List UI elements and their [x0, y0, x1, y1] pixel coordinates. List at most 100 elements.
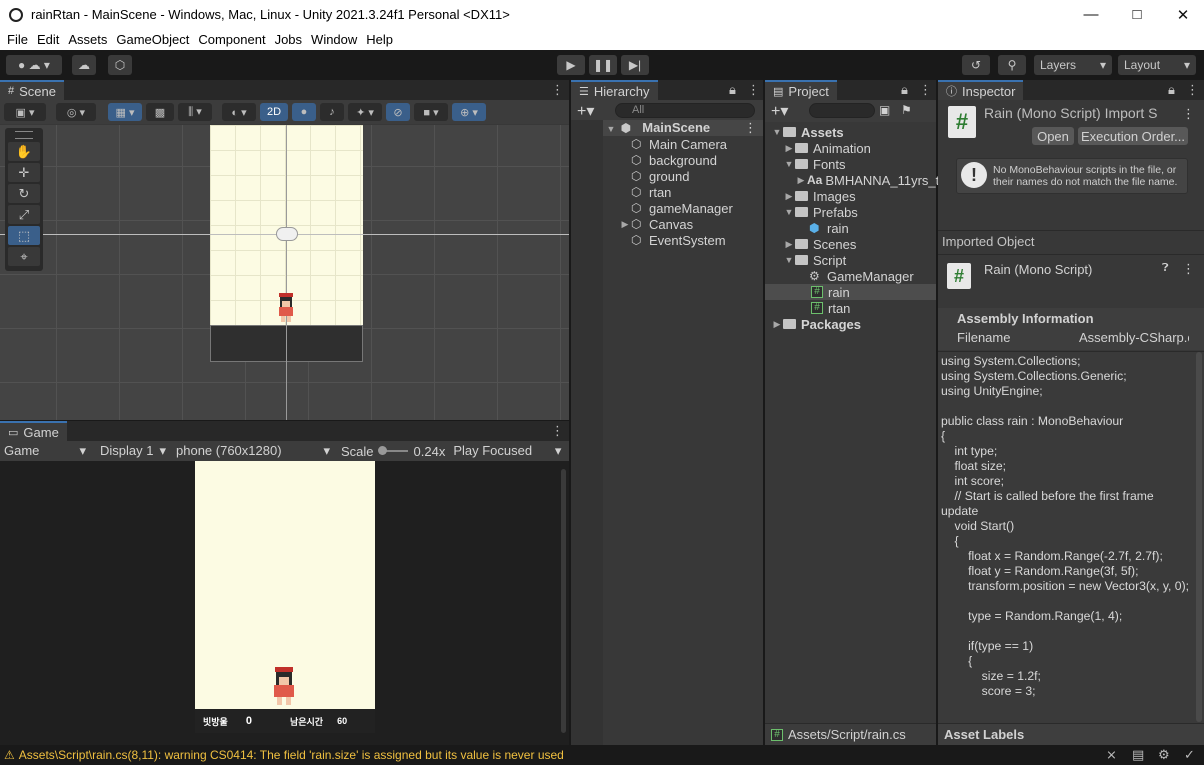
project-script-rain[interactable]: # rain — [765, 284, 936, 300]
menu-file[interactable]: File — [7, 32, 28, 47]
hierarchy-item[interactable]: ⬡ gameManager — [631, 200, 733, 216]
camera-button[interactable]: ■ ▾ — [414, 103, 448, 121]
create-asset-button[interactable]: +▾ — [771, 101, 788, 121]
play-focused-select[interactable]: Play Focused ▾ — [453, 443, 561, 459]
draw-mode-button[interactable]: ▣ ▾ — [4, 103, 46, 121]
gizmos-button[interactable]: ⊕ ▾ — [452, 103, 486, 121]
scale-slider-thumb[interactable] — [377, 446, 387, 455]
resolution-select[interactable]: phone (760x1280) ▾ — [170, 443, 334, 459]
expand-arrow-icon[interactable]: ▼ — [783, 255, 795, 265]
hierarchy-item[interactable]: ⬡ rtan — [631, 184, 671, 200]
project-prefab-rain[interactable]: ⬢ rain — [809, 220, 849, 236]
hidden-objects-toggle[interactable]: ⊘ — [386, 103, 410, 121]
audio-toggle[interactable]: ♪ — [320, 103, 344, 121]
progress-icon[interactable]: ⚙ — [1158, 747, 1170, 763]
hierarchy-item[interactable]: ▶ ⬡ Canvas — [619, 216, 694, 232]
component-menu-icon[interactable]: ⋮ — [1182, 261, 1195, 277]
project-folder-script[interactable]: ▼ Script — [783, 252, 847, 268]
lock-icon[interactable]: 🔒︎ — [901, 82, 908, 98]
lock-icon[interactable]: 🔒︎ — [729, 82, 736, 98]
header-menu-icon[interactable]: ⋮ — [1182, 106, 1195, 122]
display-select[interactable]: Display 1 ▾ — [90, 443, 170, 459]
history-button[interactable]: ↺ — [962, 55, 990, 75]
maximize-button[interactable]: □ — [1114, 0, 1160, 29]
menu-assets[interactable]: Assets — [68, 32, 107, 47]
search-by-label-icon[interactable]: ⚑ — [901, 103, 912, 117]
collab-button[interactable]: ⬡ — [108, 55, 132, 75]
effects-toggle[interactable]: ✦ ▾ — [348, 103, 382, 121]
step-button[interactable]: ▶| — [621, 55, 649, 75]
tab-inspector[interactable]: ⓘ Inspector — [938, 80, 1024, 100]
tab-game[interactable]: ▭ Game — [0, 421, 67, 441]
add-object-button[interactable]: +▾ — [577, 101, 594, 121]
console-warning-message[interactable]: Assets\Script\rain.cs(8,11): warning CS0… — [19, 748, 564, 762]
orientation-button[interactable]: ◎ ▾ — [56, 103, 96, 121]
expand-arrow-icon[interactable]: ▶ — [619, 219, 631, 230]
hierarchy-search-input[interactable]: All — [615, 103, 755, 118]
project-script-rtan[interactable]: # rtan — [811, 300, 850, 316]
minimize-button[interactable]: — — [1068, 0, 1114, 29]
scene-canvas[interactable] — [0, 125, 569, 420]
tab-hierarchy[interactable]: ☰ Hierarchy — [571, 80, 658, 100]
expand-arrow-icon[interactable]: ▶ — [783, 239, 795, 250]
tab-scene[interactable]: # Scene — [0, 80, 64, 100]
expand-arrow-icon[interactable]: ▶ — [783, 143, 795, 154]
expand-arrow-icon[interactable]: ▶ — [771, 319, 783, 330]
scene-row[interactable]: ▼ ⬢ MainScene ⋮ — [603, 120, 763, 136]
expand-arrow-icon[interactable]: ▼ — [771, 127, 783, 137]
execution-order-button[interactable]: Execution Order... — [1078, 127, 1188, 145]
account-button[interactable]: ● ☁ ▾ — [6, 55, 62, 75]
project-folder-images[interactable]: ▶ Images — [783, 188, 856, 204]
project-folder-packages[interactable]: ▶ Packages — [771, 316, 861, 332]
menu-window[interactable]: Window — [311, 32, 357, 47]
expand-arrow-icon[interactable]: ▶ — [795, 175, 807, 186]
layout-dropdown[interactable]: Layout ▾ — [1118, 55, 1196, 75]
menu-component[interactable]: Component — [198, 32, 265, 47]
hierarchy-item[interactable]: ⬡ background — [631, 152, 717, 168]
search-by-type-icon[interactable]: ▣ — [879, 103, 890, 117]
tools-drag-handle[interactable] — [15, 131, 33, 139]
lock-icon[interactable]: 🔒︎ — [1168, 82, 1175, 98]
search-button[interactable]: ⚲ — [998, 55, 1026, 75]
project-font-file[interactable]: ▶ Aa BMHANNA_11yrs_tt — [795, 172, 943, 188]
debug-icon[interactable]: ⨯ — [1106, 747, 1117, 763]
expand-arrow-icon[interactable]: ▶ — [783, 191, 795, 202]
hierarchy-item[interactable]: ⬡ ground — [631, 168, 689, 184]
cloud-button[interactable]: ☁ — [72, 55, 96, 75]
check-icon[interactable]: ✓ — [1184, 747, 1195, 763]
project-folder-scenes[interactable]: ▶ Scenes — [783, 236, 857, 252]
project-folder-assets[interactable]: ▼ Assets — [771, 124, 844, 140]
menu-jobs[interactable]: Jobs — [275, 32, 302, 47]
pause-button[interactable]: ❚❚ — [589, 55, 617, 75]
inspector-menu-icon[interactable]: ⋮ — [1186, 82, 1199, 98]
ruler-button[interactable]: ⫼ ▾ — [178, 103, 212, 121]
asset-labels-section[interactable]: Asset Labels — [938, 723, 1204, 745]
shading-button[interactable]: ◐ ▾ — [222, 103, 256, 121]
expand-arrow-icon[interactable]: ▼ — [783, 207, 795, 217]
game-view-select[interactable]: Game ▾ — [0, 443, 90, 459]
project-folder-fonts[interactable]: ▼ Fonts — [783, 156, 846, 172]
project-search-input[interactable] — [809, 103, 875, 118]
expand-arrow-icon[interactable]: ▼ — [605, 124, 617, 134]
rotate-tool-button[interactable]: ↻ — [8, 184, 40, 203]
lighting-toggle[interactable]: ● — [292, 103, 316, 121]
project-menu-icon[interactable]: ⋮ — [919, 82, 932, 98]
hierarchy-menu-icon[interactable]: ⋮ — [747, 82, 760, 98]
script-preview-scrollbar[interactable] — [1196, 352, 1202, 722]
layers-dropdown[interactable]: Layers ▾ — [1034, 55, 1112, 75]
hierarchy-item[interactable]: ⬡ Main Camera — [631, 136, 727, 152]
transform-tool-button[interactable]: ⌖ — [8, 247, 40, 266]
game-scrollbar[interactable] — [561, 469, 566, 733]
scene-menu-icon[interactable]: ⋮ — [744, 120, 757, 136]
grid-snap-button[interactable]: ▦ ▾ — [108, 103, 142, 121]
mode-2d-toggle[interactable]: 2D — [260, 103, 288, 121]
game-menu-icon[interactable]: ⋮ — [551, 423, 564, 439]
hierarchy-item[interactable]: ⬡ EventSystem — [631, 232, 726, 248]
game-viewport[interactable] — [195, 461, 375, 709]
rect-tool-button[interactable]: ⬚ — [8, 226, 40, 245]
hand-tool-button[interactable]: ✋ — [8, 142, 40, 161]
menu-help[interactable]: Help — [366, 32, 393, 47]
scale-tool-button[interactable]: ⤢ — [8, 205, 40, 224]
scale-slider[interactable] — [377, 446, 408, 455]
scene-menu-icon[interactable]: ⋮ — [551, 82, 564, 98]
